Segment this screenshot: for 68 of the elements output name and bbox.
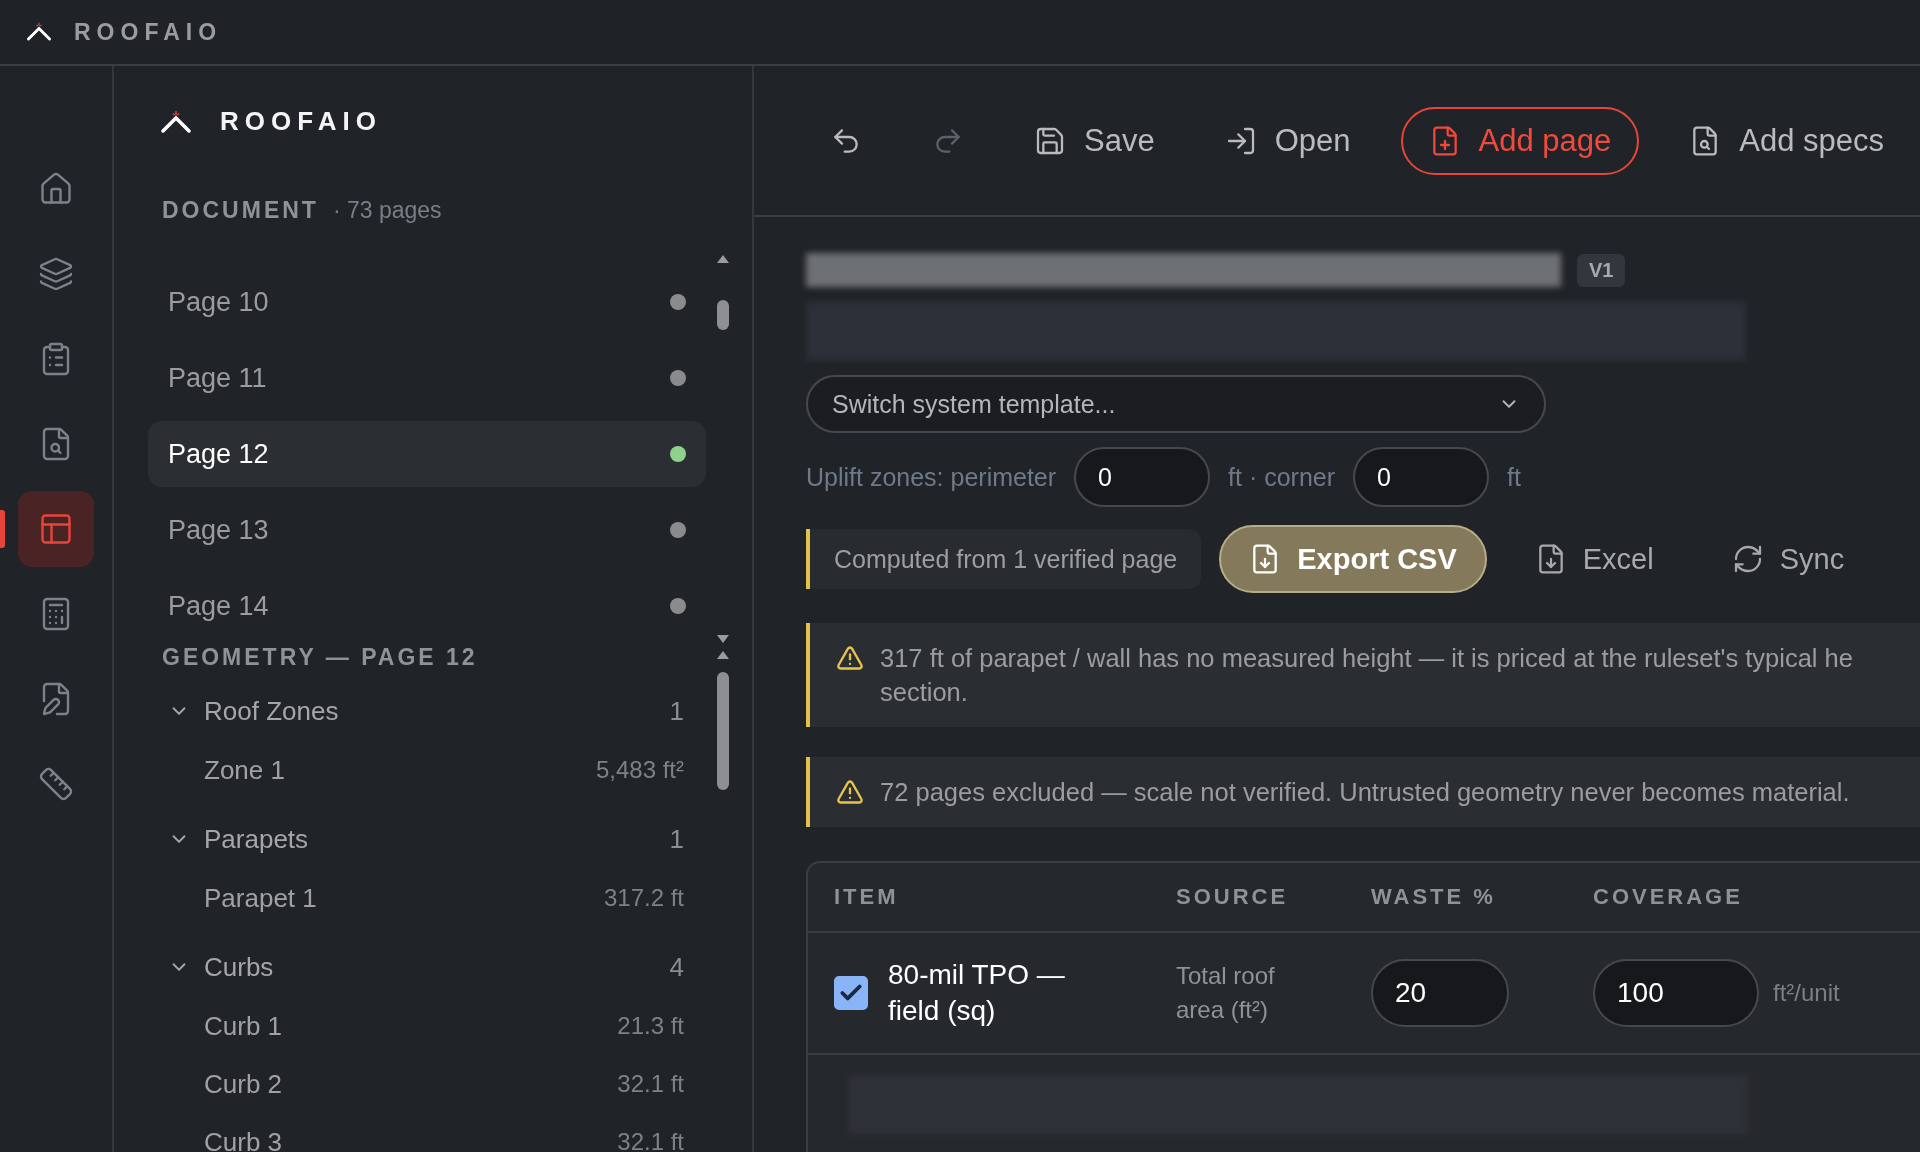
export-button[interactable]: Export CSV [1219,525,1487,593]
item-name: 80-mil TPO — field (sq) [888,958,1066,1028]
roof-logo-icon [160,109,192,134]
group-label: Roof Zones [204,695,339,727]
column-header: ITEM [834,884,900,910]
item-label: Curb 3 [204,1126,283,1152]
version-badge: V1 [1577,253,1626,287]
unit-label: ft²/unit [1773,979,1840,1007]
item-label: Curb 2 [204,1068,283,1100]
page-count: · 73 pages [332,197,442,224]
group-count: 1 [669,695,684,727]
page-item[interactable]: Page 10 [148,269,706,335]
group-label: Curbs [204,951,274,983]
item-label: Zone 1 [204,754,285,786]
scroll-up-icon[interactable] [716,650,730,660]
toolbar-button[interactable]: Add specs [1669,106,1904,175]
scroll-down-icon[interactable] [716,634,730,644]
toolbar-button[interactable]: Save [1014,106,1175,175]
row-checkbox[interactable] [834,976,868,1010]
page-item[interactable]: Page 14 [148,573,706,639]
column-header: WASTE % [1371,884,1497,910]
uplift-label: Uplift zones: perimeter [806,462,1057,492]
column-header: SOURCE [1176,884,1290,910]
toolbar-button[interactable]: Add page [1400,106,1640,175]
scrollbar-thumb[interactable] [717,300,729,330]
corner-field[interactable]: 0 [1353,447,1490,507]
group-label: Parapets [204,823,309,855]
item-value: 32.1 ft [617,1070,684,1098]
group-count: 1 [669,823,684,855]
page-item[interactable]: Page 12 [148,421,706,487]
export-button[interactable]: Excel [1504,525,1684,593]
warning-icon [836,644,864,672]
waste-field[interactable]: 20 [1371,959,1509,1027]
warning-text: 317 ft of parapet / wall has no measured height — it is priced at the ruleset's typical he section. [880,643,1853,708]
layers-icon [38,256,74,292]
item-value: 317.2 ft [603,884,684,912]
app-brand: ROOFAIO [74,18,223,46]
home-icon [38,171,74,207]
layout-icon [38,511,74,547]
template-select[interactable]: Switch system template... [806,375,1546,433]
page-item[interactable]: Page 13 [148,497,706,563]
group-count: 4 [669,951,684,983]
unit-label: ft · corner [1228,462,1336,492]
item-value: 32.1 ft [617,1128,684,1152]
unit-label: ft [1507,462,1521,492]
section-heading: DOCUMENT [162,197,319,224]
computed-note: Computed from 1 verified page [806,529,1202,589]
scrollbar-thumb[interactable] [717,672,729,790]
coverage-field[interactable]: 100 [1593,959,1759,1027]
page-item[interactable]: Page 11 [148,345,706,411]
warning-text: 72 pages excluded — scale not verified. Untrusted geometry never becomes material. [880,777,1850,808]
item-label: Parapet 1 [204,882,317,914]
roof-logo-icon [26,22,52,42]
export-button[interactable]: Sync [1701,525,1875,593]
toolbar-button[interactable]: Open [1204,106,1371,175]
item-value: 21.3 ft [617,1012,684,1040]
rail-button[interactable] [18,491,94,567]
perimeter-field[interactable]: 0 [1074,447,1211,507]
scroll-up-icon[interactable] [716,254,730,264]
source-text: Total roof area (ft²) [1176,961,1276,1025]
item-label: Curb 1 [204,1010,283,1042]
active-indicator [0,510,5,548]
sidebar-brand: ROOFAIO [220,106,382,137]
warning-icon [836,778,864,806]
column-header: COVERAGE [1593,884,1744,910]
ruler-icon [38,766,74,802]
item-value: 5,483 ft² [595,756,684,784]
section-heading: GEOMETRY — PAGE 12 [162,644,478,671]
